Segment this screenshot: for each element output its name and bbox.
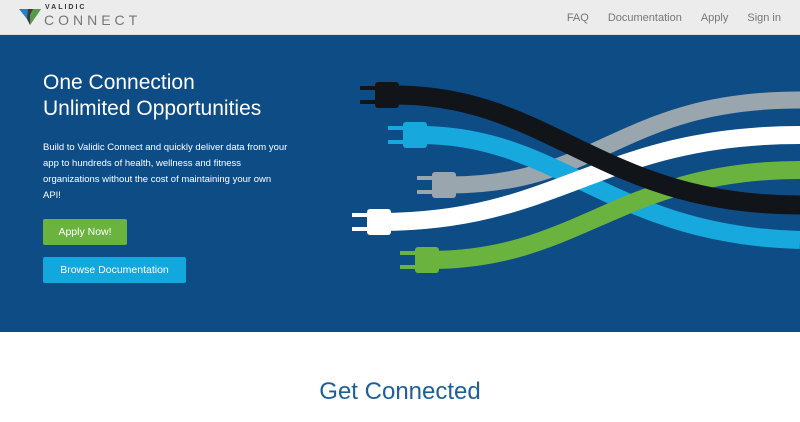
gray-plug-icon	[417, 172, 456, 198]
browse-documentation-button[interactable]: Browse Documentation	[43, 257, 186, 283]
logo-big-text: CONNECT	[44, 12, 142, 28]
white-plug-icon	[352, 209, 391, 235]
hero-title-line-1: One Connection	[43, 71, 195, 94]
main-nav: FAQ Documentation Apply Sign in	[567, 0, 800, 35]
black-plug-icon	[360, 82, 399, 108]
blue-plug-icon	[388, 122, 427, 148]
logo-small-text: VALIDIC	[45, 4, 87, 11]
get-connected-heading: Get Connected	[319, 378, 481, 405]
logo-check-icon	[19, 9, 41, 25]
nav-sign-in-link[interactable]: Sign in	[747, 12, 781, 24]
hero-title-line-2: Unlimited Opportunities	[43, 97, 262, 120]
validic-connect-logo[interactable]: VALIDIC CONNECT	[19, 2, 149, 32]
nav-apply-link[interactable]: Apply	[701, 12, 729, 24]
hero-banner: One Connection Unlimited Opportunities B…	[0, 35, 800, 332]
top-header: VALIDIC CONNECT FAQ Documentation Apply …	[0, 0, 800, 35]
nav-faq-link[interactable]: FAQ	[567, 12, 589, 24]
hero-title: One Connection Unlimited Opportunities	[43, 70, 343, 122]
apply-now-button[interactable]: Apply Now!	[43, 219, 127, 245]
hero-description: Build to Validic Connect and quickly del…	[43, 142, 288, 201]
nav-documentation-link[interactable]: Documentation	[608, 12, 682, 24]
green-plug-icon	[400, 247, 439, 273]
